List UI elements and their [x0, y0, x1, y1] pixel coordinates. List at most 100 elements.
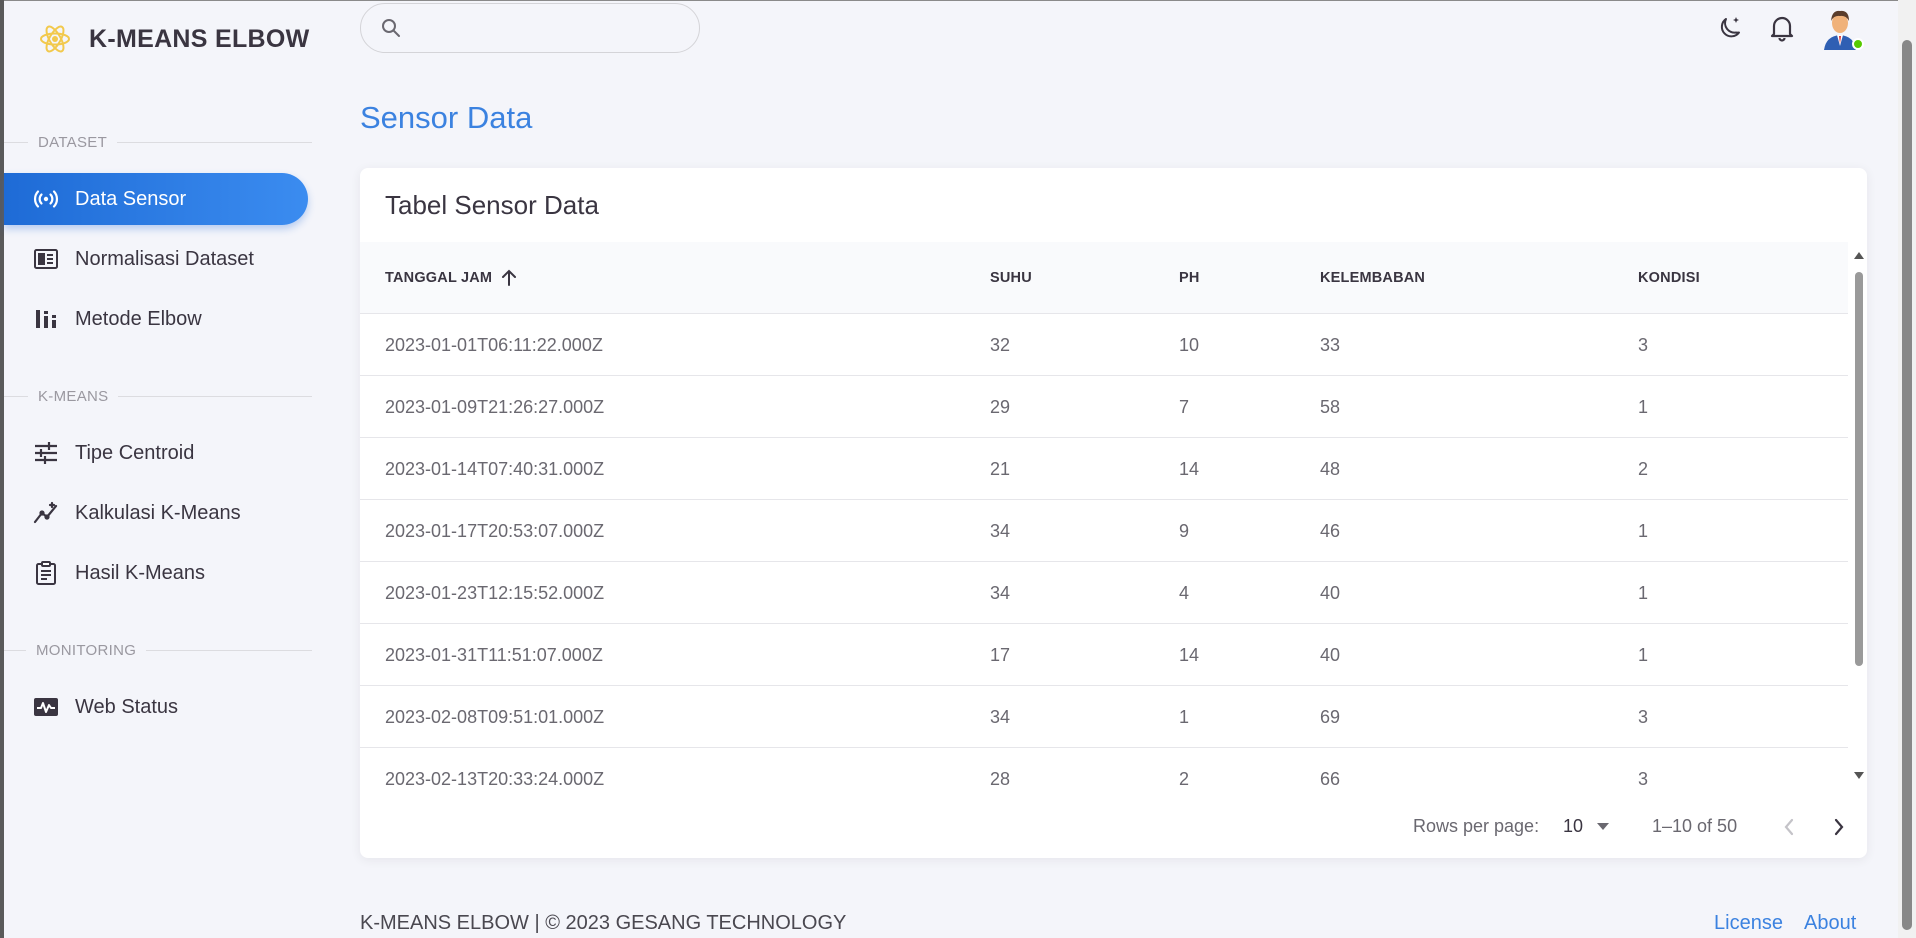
cell-tanggal-jam: 2023-01-31T11:51:07.000Z: [385, 644, 603, 665]
cell-tanggal-jam: 2023-01-23T12:15:52.000Z: [385, 582, 605, 603]
cell-ph: 4: [1179, 582, 1190, 603]
page-scrollbar-thumb[interactable]: [1902, 40, 1912, 930]
search-bar[interactable]: [360, 3, 700, 53]
sidebar-item-kalkulasi-k-means[interactable]: Kalkulasi K-Means: [4, 487, 308, 539]
pagination-range: 1–10 of 50: [1652, 816, 1738, 836]
table-header: TANGGAL JAM SUHU PH KELEMBABAN KONDISI: [360, 242, 1848, 314]
table-row[interactable]: 2023-01-14T07:40:31.000Z 21 14 48 2: [360, 438, 1848, 500]
table-row[interactable]: 2023-02-13T20:33:24.000Z 28 2 66 3: [360, 748, 1848, 810]
cell-kondisi: 1: [1638, 582, 1649, 603]
cell-tanggal-jam: 2023-01-17T20:53:07.000Z: [385, 520, 605, 541]
section-divider: [4, 396, 28, 397]
sliders-icon: [33, 440, 59, 466]
cell-ph: 14: [1179, 458, 1200, 479]
table-row[interactable]: 2023-01-17T20:53:07.000Z 34 9 46 1: [360, 500, 1848, 562]
table-row[interactable]: 2023-01-23T12:15:52.000Z 34 4 40 1: [360, 562, 1848, 624]
sidebar-item-label: Metode Elbow: [75, 307, 202, 330]
page-title: Sensor Data: [360, 100, 533, 135]
cell-kondisi: 3: [1638, 706, 1649, 727]
theme-moon-icon[interactable]: [1714, 12, 1746, 44]
card-title: Tabel Sensor Data: [385, 190, 599, 220]
sensor-data-card: Tabel Sensor Data TANGGAL JAM SUHU PH KE…: [360, 168, 1867, 858]
pagination: Rows per page: 10 1–10 of 50: [360, 808, 1867, 848]
section-divider: [4, 142, 28, 143]
brand[interactable]: K-MEANS ELBOW: [38, 22, 310, 56]
cell-kondisi: 1: [1638, 520, 1649, 541]
pulse-icon: [33, 694, 59, 720]
column-label: SUHU: [990, 270, 1032, 286]
sidebar-item-metode-elbow[interactable]: Metode Elbow: [4, 293, 308, 345]
sidebar-item-hasil-k-means[interactable]: Hasil K-Means: [4, 547, 308, 599]
chevron-left-icon[interactable]: [1783, 818, 1795, 836]
table-row[interactable]: 2023-01-09T21:26:27.000Z 29 7 58 1: [360, 376, 1848, 438]
section-dataset: DATASET: [4, 134, 314, 151]
atom-logo-icon: [40, 25, 70, 53]
clipboard-icon: [33, 560, 59, 586]
cell-kondisi: 3: [1638, 768, 1649, 789]
brand-name: K-MEANS ELBOW: [89, 24, 310, 53]
section-monitoring: MONITORING: [4, 642, 314, 659]
table-row[interactable]: 2023-01-31T11:51:07.000Z 17 14 40 1: [360, 624, 1848, 686]
cell-suhu: 34: [990, 582, 1011, 603]
search-input[interactable]: [415, 18, 675, 38]
caret-down-icon: [1597, 823, 1610, 830]
cell-kelembaban: 58: [1320, 396, 1341, 417]
broadcast-icon: [33, 186, 59, 212]
sidebar-item-label: Normalisasi Dataset: [75, 247, 254, 270]
cell-suhu: 17: [990, 644, 1011, 665]
cell-ph: 1: [1179, 706, 1190, 727]
table-scrollbar-thumb[interactable]: [1855, 272, 1863, 666]
scroll-down-arrow-icon[interactable]: [1854, 772, 1864, 779]
column-header-kondisi[interactable]: KONDISI: [1638, 242, 1700, 314]
column-label: KONDISI: [1638, 270, 1700, 286]
sort-arrow-up-icon[interactable]: [500, 269, 518, 287]
cell-kelembaban: 33: [1320, 334, 1341, 355]
page-scrollbar[interactable]: [1898, 0, 1916, 938]
section-k-means: K-MEANS: [4, 388, 314, 405]
sidebar-item-data-sensor[interactable]: Data Sensor: [4, 173, 308, 225]
cell-kondisi: 1: [1638, 396, 1649, 417]
cell-tanggal-jam: 2023-01-09T21:26:27.000Z: [385, 396, 605, 417]
rows-per-page-label: Rows per page:: [1413, 816, 1540, 836]
user-avatar[interactable]: [1818, 6, 1864, 50]
column-label: TANGGAL JAM: [385, 270, 493, 286]
section-label: MONITORING: [36, 642, 137, 659]
bell-icon[interactable]: [1766, 12, 1798, 44]
cell-kelembaban: 46: [1320, 520, 1341, 541]
cell-ph: 14: [1179, 644, 1200, 665]
sidebar: K-MEANS ELBOW DATASET Data Sensor Normal…: [4, 0, 314, 938]
footer-link-about[interactable]: About: [1804, 912, 1856, 935]
footer-link-license[interactable]: License: [1714, 912, 1783, 935]
column-header-tanggal-jam[interactable]: TANGGAL JAM: [385, 242, 518, 314]
cell-suhu: 29: [990, 396, 1011, 417]
table-row[interactable]: 2023-01-01T06:11:22.000Z 32 10 33 3: [360, 314, 1848, 376]
scroll-up-arrow-icon[interactable]: [1854, 252, 1864, 259]
column-header-ph[interactable]: PH: [1179, 242, 1200, 314]
table-icon: [33, 246, 59, 272]
section-label: DATASET: [38, 134, 108, 151]
sidebar-item-label: Hasil K-Means: [75, 561, 206, 584]
sidebar-item-web-status[interactable]: Web Status: [4, 681, 308, 733]
section-divider: [118, 396, 312, 397]
sidebar-item-label: Data Sensor: [75, 187, 187, 210]
sidebar-item-normalisasi-dataset[interactable]: Normalisasi Dataset: [4, 233, 308, 285]
cell-kondisi: 3: [1638, 334, 1649, 355]
column-header-suhu[interactable]: SUHU: [990, 242, 1032, 314]
footer-copyright: K-MEANS ELBOW | © 2023 GESANG TECHNOLOGY: [360, 912, 847, 934]
online-status-dot: [1852, 38, 1864, 50]
section-label: K-MEANS: [38, 388, 109, 405]
bar-chart-icon: [33, 306, 59, 332]
cell-tanggal-jam: 2023-02-13T20:33:24.000Z: [385, 768, 605, 789]
table-row[interactable]: 2023-02-08T09:51:01.000Z 34 1 69 3: [360, 686, 1848, 748]
sidebar-item-tipe-centroid[interactable]: Tipe Centroid: [4, 427, 308, 479]
rows-per-page-select[interactable]: 10: [1563, 816, 1610, 837]
cell-suhu: 32: [990, 334, 1011, 355]
column-header-kelembaban[interactable]: KELEMBABAN: [1320, 242, 1425, 314]
cell-tanggal-jam: 2023-01-01T06:11:22.000Z: [385, 334, 603, 355]
section-divider: [4, 650, 26, 651]
chevron-right-icon[interactable]: [1833, 818, 1845, 836]
section-divider: [146, 650, 312, 651]
cell-kelembaban: 69: [1320, 706, 1341, 727]
cell-kelembaban: 66: [1320, 768, 1341, 789]
table-scrollbar[interactable]: [1850, 242, 1867, 782]
